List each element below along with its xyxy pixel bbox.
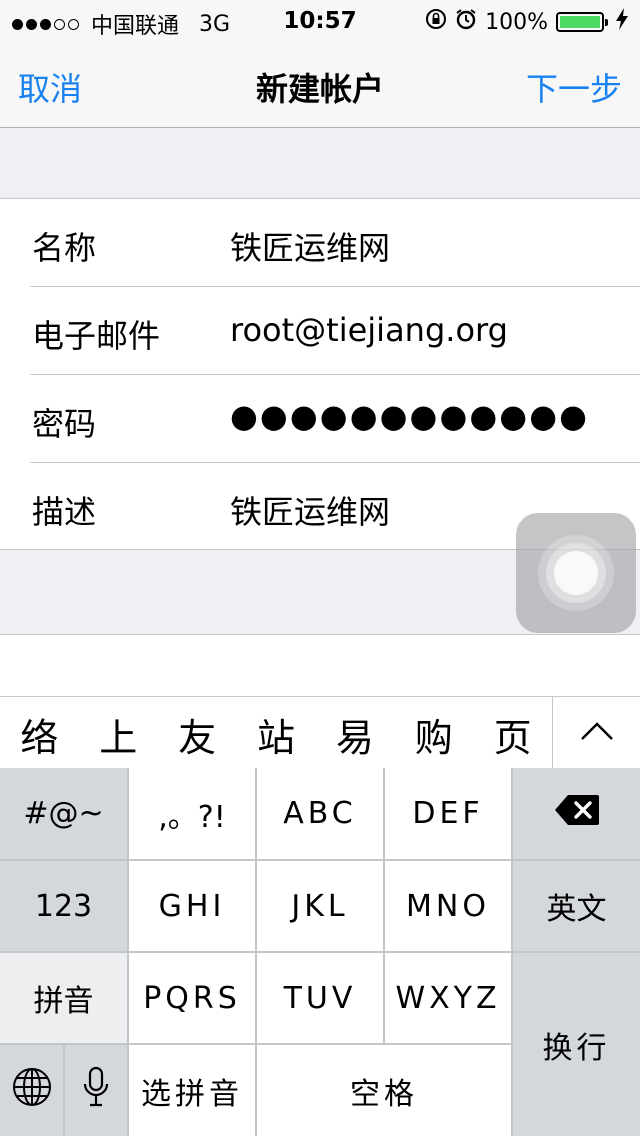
candidate-item[interactable]: 易	[315, 707, 394, 762]
key-punctuation[interactable]: ,。?!	[129, 768, 255, 859]
candidate-item[interactable]: 站	[237, 707, 316, 762]
key-select-pinyin[interactable]: 选拼音	[129, 1045, 255, 1136]
key-jkl[interactable]: JKL	[257, 861, 383, 951]
key-mno[interactable]: MNO	[385, 861, 511, 951]
email-label: 电子邮件	[32, 317, 161, 355]
password-label: 密码	[32, 405, 97, 443]
status-right: 100%	[425, 8, 628, 36]
key-wxyz[interactable]: WXYZ	[385, 953, 511, 1043]
battery-percent: 100%	[485, 9, 548, 35]
candidate-item[interactable]: 友	[158, 707, 237, 762]
candidate-list: 络 上 友 站 易 购 页	[0, 707, 552, 762]
rotation-lock-icon	[425, 8, 447, 36]
name-field[interactable]: 铁匠运维网	[230, 223, 390, 269]
key-abc[interactable]: ABC	[257, 768, 383, 859]
next-button[interactable]: 下一步	[526, 64, 622, 110]
email-row[interactable]: 电子邮件 root@tiejiang.org	[30, 287, 640, 375]
key-def[interactable]: DEF	[385, 768, 511, 859]
microphone-button[interactable]	[65, 1045, 127, 1136]
email-field[interactable]: root@tiejiang.org	[230, 311, 508, 349]
keyboard: #@~ ,。?! ABC DEF 123 GHI JKL MNO 英文 拼音 P…	[0, 768, 640, 1136]
space-button[interactable]: 空格	[257, 1045, 511, 1136]
status-bar: 中国联通 3G 10:57 100%	[0, 0, 640, 40]
description-label: 描述	[32, 493, 97, 531]
name-row[interactable]: 名称 铁匠运维网	[30, 199, 640, 287]
description-field[interactable]: 铁匠运维网	[230, 487, 390, 533]
name-label: 名称	[32, 229, 97, 267]
assistive-touch-button[interactable]	[516, 513, 636, 633]
battery-icon	[556, 12, 608, 32]
key-symbols[interactable]: #@~	[0, 768, 127, 859]
globe-icon	[12, 1067, 52, 1115]
globe-button[interactable]	[0, 1045, 63, 1136]
candidate-item[interactable]: 上	[79, 707, 158, 762]
alarm-icon	[455, 8, 477, 36]
delete-button[interactable]	[513, 768, 640, 859]
lower-section	[0, 634, 640, 696]
navigation-bar: 取消 新建帐户 下一步	[0, 40, 640, 128]
microphone-icon	[83, 1066, 109, 1116]
key-pqrs[interactable]: PQRS	[129, 953, 255, 1043]
key-tuv[interactable]: TUV	[257, 953, 383, 1043]
password-row[interactable]: 密码 ●●●●●●●●●●●●	[30, 375, 640, 463]
password-field[interactable]: ●●●●●●●●●●●●	[230, 397, 589, 435]
expand-candidates-button[interactable]	[552, 697, 640, 769]
account-form: 名称 铁匠运维网 电子邮件 root@tiejiang.org 密码 ●●●●●…	[0, 198, 640, 550]
chevron-up-icon	[580, 721, 614, 745]
key-123[interactable]: 123	[0, 861, 127, 951]
candidate-item[interactable]: 购	[394, 707, 473, 762]
candidate-item[interactable]: 页	[473, 707, 552, 762]
key-pinyin[interactable]: 拼音	[0, 953, 127, 1043]
key-ghi[interactable]: GHI	[129, 861, 255, 951]
key-english[interactable]: 英文	[513, 861, 640, 951]
screen: 中国联通 3G 10:57 100% 取消 新建帐户 下一步 名称 铁匠运维网	[0, 0, 640, 1136]
candidate-bar: 络 上 友 站 易 购 页	[0, 696, 640, 769]
charging-icon	[616, 8, 628, 36]
delete-icon	[554, 794, 600, 834]
candidate-item[interactable]: 络	[0, 707, 79, 762]
enter-button[interactable]: 换行	[513, 953, 640, 1136]
